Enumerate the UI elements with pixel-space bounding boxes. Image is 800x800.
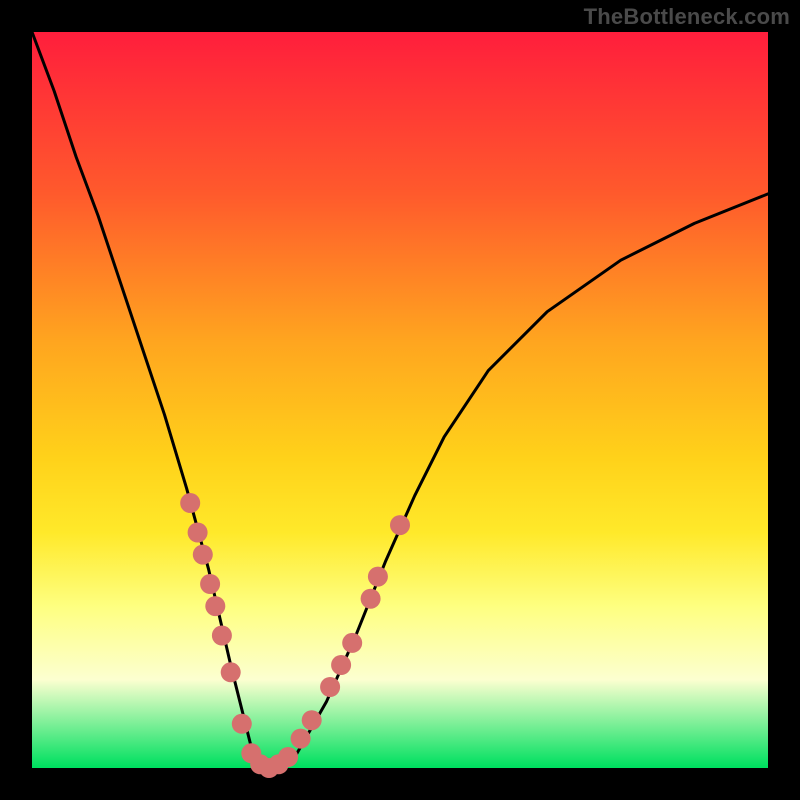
plot-area <box>32 32 768 768</box>
chart-frame: TheBottleneck.com <box>0 0 800 800</box>
watermark-text: TheBottleneck.com <box>584 4 790 30</box>
